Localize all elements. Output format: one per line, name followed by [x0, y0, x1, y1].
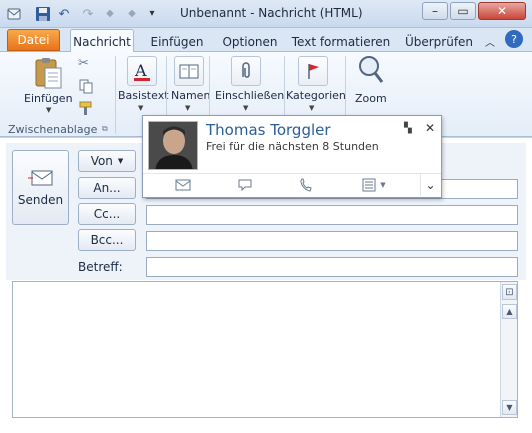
namen-button[interactable]: Namen [171, 89, 210, 102]
zoom-icon[interactable] [356, 54, 386, 88]
up-arrow-icon[interactable]: ◆ [102, 6, 118, 22]
basistext-icon[interactable]: A [127, 56, 157, 86]
kategorien-button[interactable]: Kategorien [286, 89, 346, 102]
redo-icon[interactable]: ↷ [80, 6, 96, 22]
address-book-icon[interactable] [174, 56, 204, 86]
attach-icon[interactable] [231, 56, 261, 86]
window-title: Unbenannt - Nachricht (HTML) [180, 6, 363, 20]
to-button[interactable]: An... [78, 177, 136, 199]
close-card-icon[interactable]: ✕ [425, 121, 435, 135]
contact-photo [148, 121, 198, 170]
customize-qat-icon[interactable]: ▾ [144, 6, 160, 22]
im-icon[interactable] [236, 178, 254, 192]
pin-icon[interactable]: ▚ [404, 123, 412, 134]
tab-text-formatieren[interactable]: Text formatieren [292, 31, 391, 52]
maximize-button[interactable]: ▭ [450, 2, 476, 20]
phone-icon[interactable] [297, 178, 315, 192]
tab-einfuegen[interactable]: Einfügen [145, 31, 209, 52]
send-button[interactable]: Senden [12, 150, 69, 225]
outlook-app-icon[interactable] [6, 6, 22, 22]
close-button[interactable]: ✕ [478, 2, 526, 20]
email-icon[interactable] [174, 178, 192, 192]
basistext-dropdown-icon[interactable]: ▼ [138, 104, 143, 112]
namen-dropdown-icon[interactable]: ▼ [185, 104, 190, 112]
schedule-meeting-icon[interactable]: ▼ [359, 178, 389, 192]
format-painter-icon[interactable] [78, 100, 94, 116]
einschliessen-button[interactable]: Einschließen [215, 89, 284, 102]
group-separator [115, 56, 116, 134]
paste-dropdown-icon[interactable]: ▼ [46, 106, 51, 114]
from-label: Von [90, 154, 113, 168]
scroll-down-button[interactable]: ▼ [502, 400, 517, 415]
down-arrow-icon[interactable]: ◆ [124, 6, 140, 22]
flag-icon[interactable] [298, 56, 328, 86]
scroll-up-button[interactable]: ▲ [502, 304, 517, 319]
scrollbar[interactable]: ⊡ ▲ ▼ [500, 282, 517, 417]
minimize-ribbon-icon[interactable]: ︿ [482, 31, 498, 52]
cc-field[interactable] [146, 205, 518, 225]
cc-button[interactable]: Cc... [78, 203, 136, 225]
subject-label: Betreff: [78, 260, 123, 274]
subject-field[interactable] [146, 257, 518, 277]
contact-name[interactable]: Thomas Torggler [206, 121, 331, 139]
tab-file[interactable]: Datei [7, 29, 60, 51]
clipboard-group-label: Zwischenablage [8, 123, 98, 136]
zoom-button[interactable]: Zoom [355, 92, 387, 105]
dialog-launcher-icon[interactable]: ⧉ [102, 124, 108, 134]
expand-card-icon[interactable]: ⌄ [420, 174, 440, 196]
tab-optionen[interactable]: Optionen [218, 31, 282, 52]
message-body[interactable] [12, 281, 518, 418]
save-icon[interactable] [35, 6, 51, 22]
bcc-field[interactable] [146, 231, 518, 251]
bcc-button[interactable]: Bcc... [78, 229, 136, 251]
minimize-button[interactable]: – [422, 2, 448, 20]
from-dropdown-icon: ▼ [117, 157, 124, 165]
tab-nachricht[interactable]: Nachricht [70, 29, 134, 53]
tab-ueberpruefen[interactable]: Überprüfen [401, 31, 477, 52]
send-icon [27, 170, 52, 185]
kategorien-dropdown-icon[interactable]: ▼ [309, 104, 314, 112]
paste-button[interactable]: Einfügen [24, 92, 73, 105]
copy-icon[interactable] [78, 78, 94, 94]
basistext-button[interactable]: Basistext [118, 89, 169, 102]
ruler-toggle-icon[interactable]: ⊡ [502, 284, 517, 300]
from-button[interactable]: Von ▼ [78, 150, 136, 172]
svg-text:A: A [134, 61, 147, 80]
help-icon[interactable]: ? [505, 30, 523, 48]
cut-icon[interactable]: ✂ [78, 56, 94, 72]
contact-status: Frei für die nächsten 8 Stunden [206, 140, 379, 153]
paste-icon[interactable] [31, 56, 65, 90]
undo-icon[interactable]: ↶ [56, 6, 72, 22]
einschliessen-dropdown-icon[interactable]: ▼ [243, 104, 248, 112]
send-label: Senden [17, 192, 64, 207]
